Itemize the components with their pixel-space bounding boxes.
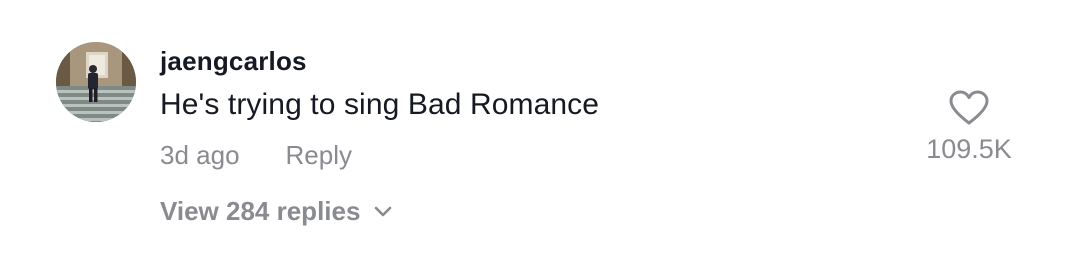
comment-item: jaengcarlos He's trying to sing Bad Roma… [0, 0, 1066, 258]
reply-button[interactable]: Reply [286, 140, 352, 171]
avatar-image [56, 42, 136, 122]
avatar[interactable] [56, 42, 136, 122]
view-replies-button[interactable]: View 284 replies [160, 196, 392, 227]
comment-meta: 3d ago Reply [160, 140, 352, 171]
like-section: 109.5K [914, 90, 1024, 165]
comment-timestamp: 3d ago [160, 140, 240, 170]
comment-text: He's trying to sing Bad Romance [160, 88, 600, 121]
view-replies-label: View 284 replies [160, 196, 361, 226]
heart-outline-icon[interactable] [949, 90, 989, 126]
comment-username[interactable]: jaengcarlos [160, 46, 307, 77]
like-count: 109.5K [926, 134, 1012, 164]
chevron-down-icon [374, 206, 392, 218]
